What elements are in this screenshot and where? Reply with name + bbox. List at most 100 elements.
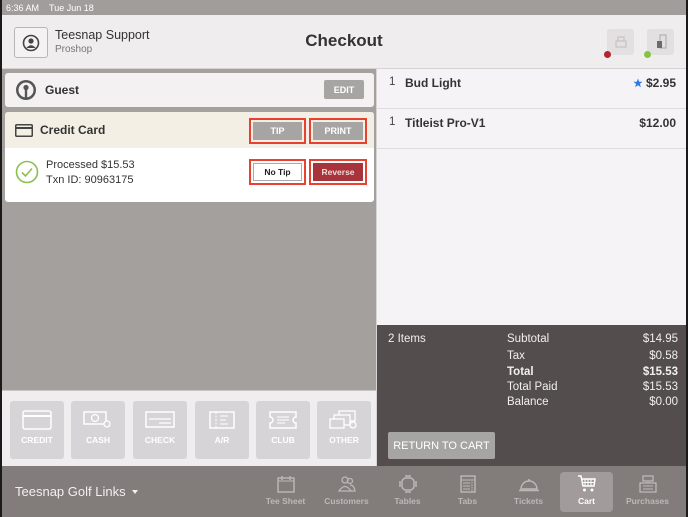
table-icon	[398, 475, 417, 493]
total-label: Tax	[507, 350, 525, 362]
pay-check-button[interactable]: CHECK	[133, 401, 187, 459]
total-value: $15.53	[642, 381, 678, 393]
payment-method-header: Credit Card TIP PRINT	[5, 112, 374, 148]
cart-panel: 1 Bud Light $2.95 1 Titleist Pro-V1 $12.…	[376, 69, 686, 466]
reverse-button[interactable]: Reverse	[313, 163, 363, 181]
printer-icon	[615, 36, 626, 48]
tab-label: Tables	[394, 496, 421, 506]
card-reader-status-dot	[644, 51, 651, 58]
success-check-icon	[15, 160, 39, 184]
caret-down-icon	[131, 489, 138, 494]
ticket-icon	[269, 411, 297, 429]
pay-club-button[interactable]: CLUB	[256, 401, 310, 459]
total-label: Balance	[507, 396, 549, 408]
check-icon	[145, 411, 175, 428]
cart-icon	[577, 475, 596, 492]
payment-panel: Guest EDIT Credit Card TIP PRINT Process…	[2, 69, 376, 466]
transaction-id: Txn ID: 90963175	[46, 174, 134, 186]
cart-line-item[interactable]: 1 Titleist Pro-V1 $12.00	[377, 109, 686, 149]
total-label: Subtotal	[507, 333, 550, 345]
page-title: Checkout	[305, 31, 383, 50]
calendar-icon	[276, 476, 295, 493]
tax-row: Tax $0.58	[507, 350, 678, 362]
pay-method-label: CREDIT	[21, 435, 53, 445]
tab-label: Purchases	[626, 496, 669, 506]
pay-other-button[interactable]: OTHER	[317, 401, 371, 459]
app-window: 6:36 AM Tue Jun 18 14% Teesnap Support P…	[2, 0, 686, 517]
total-label: Total	[507, 366, 534, 378]
subtotal-row: Subtotal $14.95	[507, 333, 678, 345]
tab-label: Customers	[324, 496, 369, 506]
pay-method-label: A/R	[214, 435, 230, 445]
ledger-icon	[209, 411, 235, 429]
total-value: $0.58	[649, 350, 678, 362]
pay-method-label: CASH	[85, 435, 111, 445]
total-row: Total $15.53	[507, 366, 678, 378]
pay-ar-button[interactable]: A/R	[195, 401, 249, 459]
credit-card-icon	[22, 410, 52, 430]
pay-method-label: CLUB	[271, 435, 295, 445]
tab-cart[interactable]: Cart	[560, 472, 613, 512]
customer-name: Guest	[45, 83, 80, 97]
pay-cash-button[interactable]: CASH	[71, 401, 125, 459]
guest-avatar-icon	[16, 80, 36, 100]
payment-methods-bar: CREDIT CASH CHECK A/R CLUB OTHER	[2, 390, 376, 466]
tip-button-highlight: TIP	[249, 118, 306, 144]
item-name: Bud Light	[405, 76, 461, 90]
totals-panel: 2 Items Subtotal $14.95 Tax $0.58 Total …	[377, 325, 686, 466]
processed-amount: Processed $15.53	[46, 159, 135, 171]
pay-method-label: OTHER	[329, 435, 359, 445]
total-value: $0.00	[649, 396, 678, 408]
edit-customer-button[interactable]: EDIT	[324, 80, 364, 99]
star-icon	[633, 78, 643, 88]
total-value: $15.53	[642, 366, 678, 378]
total-label: Total Paid	[507, 381, 558, 393]
no-tip-button[interactable]: No Tip	[253, 163, 302, 181]
cart-line-item[interactable]: 1 Bud Light $2.95	[377, 69, 686, 109]
printer-status-dot	[604, 51, 611, 58]
bottom-nav: Teesnap Golf Links Tee Sheet Customers T…	[2, 466, 686, 517]
status-date: Tue Jun 18	[49, 2, 94, 13]
tip-button[interactable]: TIP	[253, 122, 302, 140]
print-button-highlight: PRINT	[309, 118, 367, 144]
item-price: $2.95	[645, 76, 676, 90]
status-bar: 6:36 AM Tue Jun 18 14%	[2, 0, 686, 466]
tab-label: Tickets	[513, 496, 544, 506]
cash-icon	[83, 411, 111, 428]
pay-credit-button[interactable]: CREDIT	[10, 401, 64, 459]
customers-icon	[337, 476, 356, 492]
tab-tee-sheet[interactable]: Tee Sheet	[259, 472, 312, 512]
total-paid-row: Total Paid $15.53	[507, 381, 678, 393]
payment-details: Processed $15.53 Txn ID: 90963175 No Tip…	[5, 148, 374, 202]
tabs-icon	[459, 475, 476, 493]
reverse-button-highlight: Reverse	[309, 159, 367, 185]
printer-status-button[interactable]	[604, 29, 634, 58]
pay-method-label: CHECK	[144, 435, 176, 445]
item-quantity: 1	[389, 76, 396, 88]
item-quantity: 1	[389, 116, 396, 128]
item-name: Titleist Pro-V1	[405, 116, 486, 130]
cloche-icon	[518, 479, 539, 492]
item-count: 2 Items	[388, 333, 426, 345]
credit-card-payment-card: Credit Card TIP PRINT Processed $15.53 T…	[5, 112, 374, 202]
register-icon	[638, 475, 657, 493]
tab-customers[interactable]: Customers	[320, 472, 373, 512]
header: Teesnap Support Proshop Checkout	[2, 15, 686, 69]
card-reader-status-button[interactable]	[644, 29, 674, 58]
print-button[interactable]: PRINT	[313, 122, 363, 140]
venue-selector[interactable]: Teesnap Golf Links	[15, 484, 138, 499]
balance-row: Balance $0.00	[507, 396, 678, 408]
tab-purchases[interactable]: Purchases	[621, 472, 674, 512]
venue-name: Teesnap Golf Links	[15, 484, 126, 499]
tab-tables[interactable]: Tables	[381, 472, 434, 512]
tab-tabs[interactable]: Tabs	[441, 472, 494, 512]
cards-icon	[329, 410, 357, 429]
total-value: $14.95	[642, 333, 678, 345]
credit-card-icon	[15, 123, 33, 137]
tab-tickets[interactable]: Tickets	[502, 472, 555, 512]
item-price-wrap: $12.00	[639, 116, 676, 130]
tab-label: Tee Sheet	[265, 496, 306, 506]
return-to-cart-button[interactable]: RETURN TO CART	[388, 432, 495, 459]
customer-card: Guest EDIT	[5, 73, 374, 107]
item-price-wrap: $2.95	[633, 76, 676, 90]
